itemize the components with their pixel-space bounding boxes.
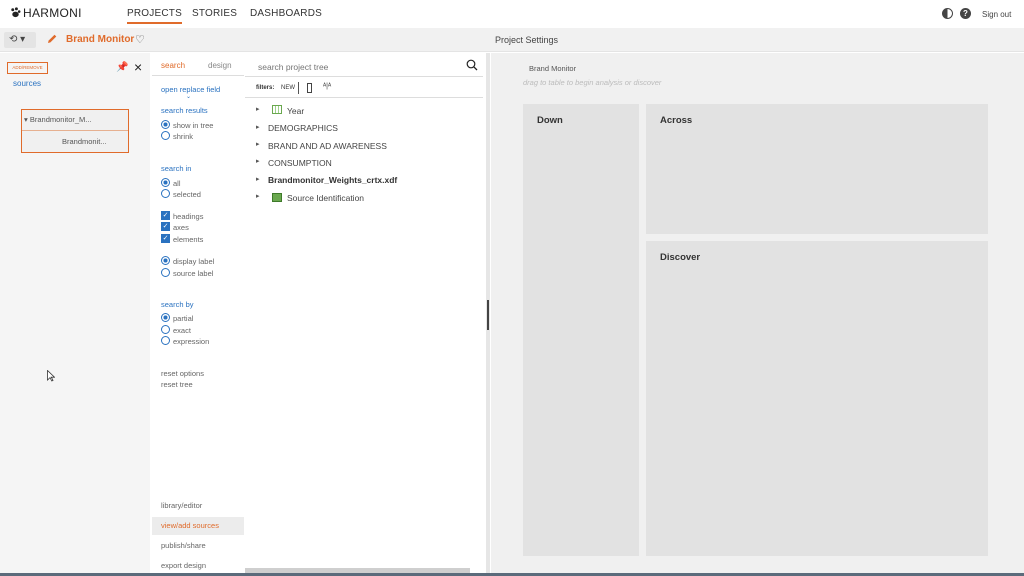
down-drop-zone[interactable]: Down xyxy=(523,104,639,556)
help-icon[interactable]: ? xyxy=(960,8,971,19)
radio-show-in-tree[interactable] xyxy=(161,120,170,129)
expand-arrow-icon[interactable]: ▸ xyxy=(256,157,260,165)
discover-drop-zone[interactable]: Discover xyxy=(646,241,988,556)
sources-link[interactable]: sources xyxy=(13,79,41,88)
tab-stories[interactable]: STORIES xyxy=(192,8,237,19)
search-divider xyxy=(245,76,483,77)
pin-icon[interactable]: 📌 xyxy=(116,62,128,73)
project-settings-title: Project Settings xyxy=(495,35,559,45)
across-title: Across xyxy=(660,115,693,126)
tree-item-consumption[interactable]: CONSUMPTION xyxy=(268,158,332,168)
tree-item-year[interactable]: Year xyxy=(287,106,304,116)
project-name[interactable]: Brand Monitor xyxy=(66,34,134,45)
pencil-icon[interactable] xyxy=(46,33,58,45)
expand-arrow-icon[interactable]: ▸ xyxy=(256,140,260,148)
expand-arrow-icon[interactable]: ▸ xyxy=(256,175,260,183)
option-display-label[interactable]: display label xyxy=(173,257,214,266)
expand-arrow-icon[interactable]: ▸ xyxy=(256,105,260,113)
splitter-grip-handle[interactable] xyxy=(487,300,489,330)
option-axes[interactable]: axes xyxy=(173,223,189,232)
tree-item-weights-file[interactable]: Brandmonitor_Weights_crtx.xdf xyxy=(268,175,397,185)
radio-exact[interactable] xyxy=(161,325,170,334)
sign-out-link[interactable]: Sign out xyxy=(982,10,1011,19)
column-filter-icon[interactable] xyxy=(307,83,312,93)
publish-share-link[interactable]: publish/share xyxy=(152,537,244,555)
tree-item-demographics[interactable]: DEMOGRAPHICS xyxy=(268,123,338,133)
tab-search[interactable]: search xyxy=(161,61,185,70)
tab-design[interactable]: design xyxy=(208,61,232,70)
filter-new-button[interactable]: NEW xyxy=(281,85,295,91)
discover-title: Discover xyxy=(660,252,701,263)
radio-partial[interactable] xyxy=(161,313,170,322)
sort-alpha-icon[interactable]: ᴬ|ᴬ xyxy=(323,83,331,90)
history-dropdown-button[interactable]: ⟲ ▾ xyxy=(4,32,36,48)
search-in-heading: search in xyxy=(161,164,192,173)
reset-options-link[interactable]: reset options xyxy=(161,369,204,378)
tree-item-source-identification[interactable]: Source Identification xyxy=(287,193,364,203)
expand-arrow-icon[interactable]: ▸ xyxy=(256,192,260,200)
option-source-label[interactable]: source label xyxy=(173,269,213,278)
radio-shrink[interactable] xyxy=(161,131,170,140)
view-add-sources-link[interactable]: view/add sources xyxy=(152,517,244,535)
search-icon[interactable] xyxy=(466,59,478,71)
option-expression[interactable]: expression xyxy=(173,337,209,346)
source-card-divider xyxy=(22,130,128,131)
option-selected[interactable]: selected xyxy=(173,190,201,199)
option-elements[interactable]: elements xyxy=(173,235,203,244)
filters-label: filters: xyxy=(256,85,275,91)
option-shrink[interactable]: shrink xyxy=(173,132,193,141)
table-icon xyxy=(272,105,282,114)
chevron-down-icon[interactable]: ⌄ xyxy=(186,93,191,100)
checkbox-headings[interactable]: ✓ xyxy=(161,211,170,220)
radio-expression[interactable] xyxy=(161,336,170,345)
library-editor-link[interactable]: library/editor xyxy=(152,497,244,515)
expand-arrow-icon[interactable]: ▸ xyxy=(256,123,260,131)
radio-source-label[interactable] xyxy=(161,268,170,277)
tab-dashboards[interactable]: DASHBOARDS xyxy=(250,8,322,19)
checkbox-axes[interactable]: ✓ xyxy=(161,222,170,231)
search-project-tree-input[interactable] xyxy=(258,61,458,73)
radio-selected[interactable] xyxy=(161,189,170,198)
filters-divider xyxy=(245,97,483,98)
down-title: Down xyxy=(537,115,563,126)
table-project-label: Brand Monitor xyxy=(529,64,577,73)
search-by-heading: search by xyxy=(161,300,194,309)
add-remove-button[interactable]: ADD/REMOVE xyxy=(7,62,48,74)
checkbox-elements[interactable]: ✓ xyxy=(161,234,170,243)
search-results-heading: search results xyxy=(161,106,208,115)
radio-all[interactable] xyxy=(161,178,170,187)
across-drop-zone[interactable]: Across xyxy=(646,104,988,234)
option-partial[interactable]: partial xyxy=(173,314,193,323)
option-all[interactable]: all xyxy=(173,179,181,188)
mouse-cursor-icon xyxy=(47,370,55,382)
option-exact[interactable]: exact xyxy=(173,326,191,335)
drag-hint-text: drag to table to begin analysis or disco… xyxy=(523,78,662,87)
close-icon[interactable]: × xyxy=(134,59,142,75)
filter-separator xyxy=(298,82,299,94)
source-id-icon xyxy=(272,193,282,202)
logo-text: HARMONI xyxy=(23,6,82,20)
radio-display-label[interactable] xyxy=(161,256,170,265)
options-tab-divider xyxy=(152,75,244,76)
harmoni-logo[interactable]: HARMONI xyxy=(10,6,82,20)
source-card-subtitle[interactable]: Brandmonit... xyxy=(62,137,107,146)
source-card-title[interactable]: ▾ Brandmonitor_M... xyxy=(24,115,92,124)
export-design-link[interactable]: export design xyxy=(152,557,244,573)
logo-icon xyxy=(11,7,21,18)
favorite-heart-icon[interactable]: ♡ xyxy=(135,33,145,46)
option-show-in-tree[interactable]: show in tree xyxy=(173,121,213,130)
reset-tree-link[interactable]: reset tree xyxy=(161,380,193,389)
contrast-icon[interactable] xyxy=(942,8,953,19)
tab-projects[interactable]: PROJECTS xyxy=(127,8,182,24)
option-headings[interactable]: headings xyxy=(173,212,203,221)
tree-item-brand-ad-awareness[interactable]: BRAND AND AD AWARENESS xyxy=(268,141,387,151)
